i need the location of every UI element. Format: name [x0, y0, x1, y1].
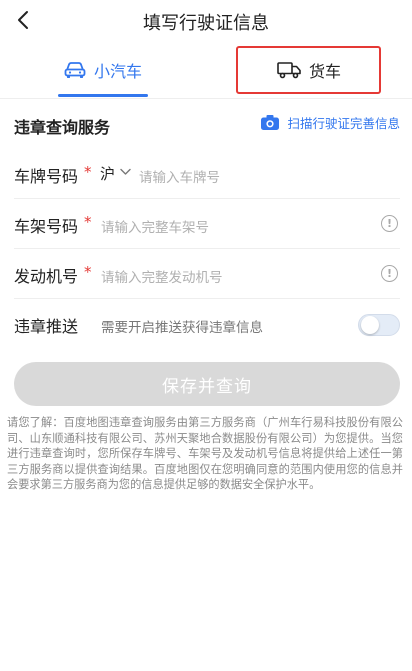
section-title: 违章查询服务	[14, 118, 111, 137]
plate-number-input[interactable]: 请输入车牌号	[139, 166, 220, 186]
engine-info-icon[interactable]: !	[381, 265, 398, 282]
required-mark: *	[84, 163, 92, 181]
disclaimer-text: 请您了解：百度地图违章查询服务由第三方服务商（广州车行易科技股份有限公司、山东顺…	[7, 416, 403, 491]
violation-push-toggle[interactable]	[358, 314, 400, 336]
violation-push-description: 需要开启推送获得违章信息	[101, 320, 263, 336]
violation-push-label: 违章推送	[14, 317, 79, 336]
frame-info-icon[interactable]: !	[381, 215, 398, 232]
active-tab-indicator	[58, 94, 148, 97]
header-bar: 填写行驶证信息	[0, 0, 412, 42]
toggle-knob	[361, 316, 379, 334]
violation-query-section-header: 违章查询服务 扫描行驶证完善信息	[0, 99, 412, 149]
scan-license-label: 扫描行驶证完善信息	[287, 116, 400, 131]
plate-number-label: 车牌号码	[14, 167, 79, 186]
province-select[interactable]: 沪	[100, 163, 115, 184]
camera-icon	[261, 115, 280, 130]
page-title: 填写行驶证信息	[143, 13, 269, 34]
truck-tab-highlight-box	[236, 46, 381, 94]
tab-car-label: 小汽车	[93, 62, 142, 81]
required-mark: *	[84, 213, 92, 231]
chevron-down-icon[interactable]	[120, 168, 131, 176]
violation-push-row: 违章推送 需要开启推送获得违章信息	[0, 299, 412, 349]
tab-car[interactable]: 小汽车	[0, 42, 206, 98]
required-mark: *	[84, 263, 92, 281]
engine-number-input[interactable]: 请输入完整发动机号	[101, 266, 223, 286]
frame-number-row: 车架号码 * 请输入完整车架号 !	[0, 199, 412, 249]
save-and-query-button[interactable]: 保存并查询	[14, 362, 400, 406]
plate-number-row: 车牌号码 * 沪 请输入车牌号	[0, 149, 412, 199]
scan-license-link[interactable]: 扫描行驶证完善信息	[260, 113, 400, 132]
engine-number-label: 发动机号	[14, 267, 79, 286]
engine-number-row: 发动机号 * 请输入完整发动机号 !	[0, 249, 412, 299]
frame-number-input[interactable]: 请输入完整车架号	[101, 216, 209, 236]
car-icon	[64, 62, 86, 78]
frame-number-label: 车架号码	[14, 217, 79, 236]
